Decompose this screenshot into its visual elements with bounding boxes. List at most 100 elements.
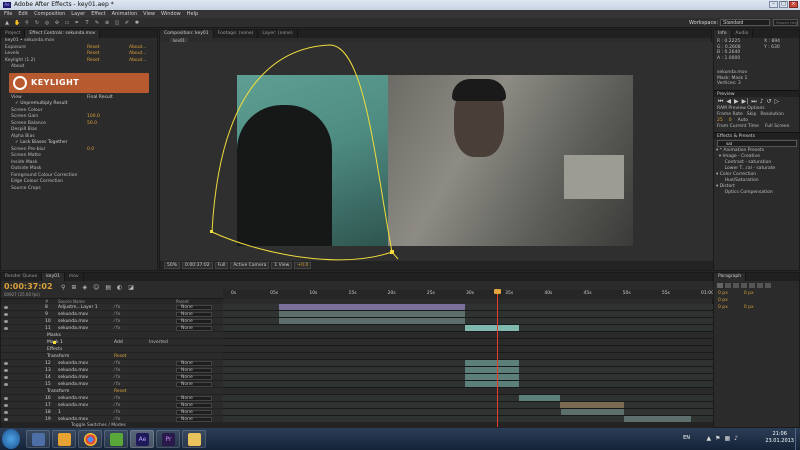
align-left-icon[interactable] <box>717 283 723 288</box>
indent-first-value[interactable]: 0 px <box>718 297 728 304</box>
layer-switches[interactable]: ⁄ fx <box>114 395 120 402</box>
composition-viewer[interactable] <box>160 42 713 261</box>
audio-icon[interactable]: ♪ <box>760 98 764 105</box>
view-layout-select[interactable]: 1 View <box>271 262 293 269</box>
search-icon[interactable]: ⚲ <box>61 284 65 291</box>
layer-switches[interactable]: ⁄ fx <box>114 409 120 416</box>
visibility-eye-icon[interactable] <box>4 362 8 365</box>
tray-arrow-icon[interactable]: ▲ <box>706 435 711 442</box>
property-control[interactable]: Add <box>114 339 123 346</box>
search-help-input[interactable] <box>773 19 798 26</box>
layer-row[interactable]: 13 ⁄ fx sekunda.mov None <box>1 367 223 374</box>
layer-duration-bar[interactable] <box>465 374 519 381</box>
mask-path[interactable] <box>160 42 713 261</box>
camera-tool-icon[interactable]: ◎ <box>44 20 50 26</box>
menu-composition[interactable]: Composition <box>31 10 68 18</box>
justify-all-icon[interactable] <box>765 283 771 288</box>
visibility-eye-icon[interactable] <box>4 411 8 414</box>
effects-search-input[interactable] <box>717 139 797 147</box>
tab-composition[interactable]: Composition: key01 <box>160 30 214 38</box>
frame-blending-icon[interactable]: ▤ <box>105 284 111 291</box>
layer-name[interactable]: sekunda.mov <box>58 395 88 402</box>
layer-row[interactable]: 18 ⁄ fx 1 None <box>1 409 223 416</box>
visibility-eye-icon[interactable] <box>4 313 8 316</box>
pan-behind-tool-icon[interactable]: ✣ <box>54 20 60 26</box>
layer-duration-bar[interactable] <box>465 381 519 388</box>
play-icon[interactable]: ▶ <box>734 98 739 105</box>
layer-duration-bar[interactable] <box>519 395 560 402</box>
current-time[interactable]: 0:00:37:02 <box>182 262 213 269</box>
visibility-eye-icon[interactable] <box>4 327 8 330</box>
layer-switches[interactable]: ⁄ fx <box>114 304 120 311</box>
timecode[interactable]: 0:00:37:02 <box>4 282 53 291</box>
taskbar-after-effects[interactable]: Ae <box>130 430 154 448</box>
tab-key01[interactable]: key01 <box>42 273 65 281</box>
resolution-select[interactable]: Full <box>214 262 229 269</box>
parent-select[interactable]: None <box>176 403 212 408</box>
rectangle-tool-icon[interactable]: ▭ <box>64 20 70 26</box>
roto-brush-tool-icon[interactable]: ✐ <box>124 20 130 26</box>
taskbar-explorer[interactable] <box>182 430 206 448</box>
menu-animation[interactable]: Animation <box>109 10 141 18</box>
layer-duration-bar[interactable] <box>465 367 519 374</box>
layer-name[interactable]: Masks <box>47 332 61 339</box>
mask-vertex[interactable] <box>390 250 394 254</box>
loop-icon[interactable]: ↺ <box>767 98 772 105</box>
tab-paragraph[interactable]: Paragraph <box>714 273 747 281</box>
layer-duration-bar[interactable] <box>465 325 519 332</box>
menu-file[interactable]: File <box>1 10 15 18</box>
visibility-eye-icon[interactable] <box>4 320 8 323</box>
taskbar-utorrent[interactable] <box>104 430 128 448</box>
layer-switches[interactable]: ⁄ fx <box>114 381 120 388</box>
layer-name[interactable]: Transform <box>47 388 69 395</box>
workspace-select[interactable] <box>720 19 770 26</box>
about-toggle[interactable]: About <box>1 64 157 71</box>
exposure-value[interactable]: +0.0 <box>294 262 312 269</box>
parent-select[interactable]: None <box>176 305 212 310</box>
justify-right-icon[interactable] <box>757 283 763 288</box>
space-before-value[interactable]: 0 px <box>718 304 728 311</box>
tray-flag-icon[interactable]: ⚑ <box>715 435 720 442</box>
layer-row[interactable]: 16 ⁄ fx sekunda.mov None <box>1 395 223 402</box>
show-desktop-button[interactable] <box>795 428 800 450</box>
layer-name[interactable]: sekunda.mov <box>58 374 88 381</box>
ram-preview-icon[interactable]: ▷ <box>775 98 780 105</box>
from-current-time-checkbox[interactable]: From Current Time <box>717 124 759 130</box>
next-frame-icon[interactable]: ▶| <box>742 98 749 105</box>
property-control[interactable]: Reset <box>114 353 127 360</box>
mask-vertex[interactable] <box>210 230 213 233</box>
property-row[interactable]: Transform Reset <box>1 388 223 395</box>
taskbar-premiere[interactable]: Pr <box>156 430 180 448</box>
layer-switches[interactable]: ⁄ fx <box>114 402 120 409</box>
indent-right-value[interactable]: 0 px <box>744 290 754 297</box>
zoom-select[interactable]: 50% <box>164 262 181 269</box>
property-row[interactable]: Masks <box>1 332 223 339</box>
layer-row[interactable]: 15 ⁄ fx sekunda.mov None <box>1 381 223 388</box>
justify-center-icon[interactable] <box>749 283 755 288</box>
tab-layer[interactable]: Layer: (none) <box>258 30 298 38</box>
tab-effect-controls[interactable]: Effect Controls: sekunda.mov <box>25 30 101 38</box>
time-ruler[interactable]: 0s 05s 10s 15s 20s 25s 30s 35s 40s 45s 50s 55s 01:00… <box>223 290 716 299</box>
selection-tool-icon[interactable]: ▲ <box>4 20 10 26</box>
tab-mov[interactable]: mov <box>65 273 84 281</box>
zoom-tool-icon[interactable]: ⚲ <box>24 20 30 26</box>
clone-tool-icon[interactable]: ⊕ <box>104 20 110 26</box>
visibility-eye-icon[interactable] <box>4 397 8 400</box>
type-tool-icon[interactable]: T <box>84 20 90 26</box>
layer-duration-bar[interactable] <box>465 360 519 367</box>
tab-project[interactable]: Project <box>1 30 26 38</box>
tray-network-icon[interactable]: ▦ <box>724 435 730 442</box>
layer-duration-bar[interactable] <box>560 402 624 409</box>
layer-row[interactable]: 9 ⁄ fx sekunda.mov None <box>1 311 223 318</box>
parent-select[interactable]: None <box>176 382 212 387</box>
layer-name[interactable]: sekunda.mov <box>58 381 88 388</box>
parent-select[interactable]: None <box>176 410 212 415</box>
layer-name[interactable]: sekunda.mov <box>58 311 88 318</box>
layer-switches[interactable]: ⁄ fx <box>114 311 120 318</box>
menu-view[interactable]: View <box>140 10 158 18</box>
puppet-tool-icon[interactable]: ✱ <box>134 20 140 26</box>
visibility-eye-icon[interactable] <box>4 404 8 407</box>
effect-param-row[interactable]: Source Crops <box>1 186 157 193</box>
rotate-tool-icon[interactable]: ↻ <box>34 20 40 26</box>
menu-edit[interactable]: Edit <box>15 10 31 18</box>
